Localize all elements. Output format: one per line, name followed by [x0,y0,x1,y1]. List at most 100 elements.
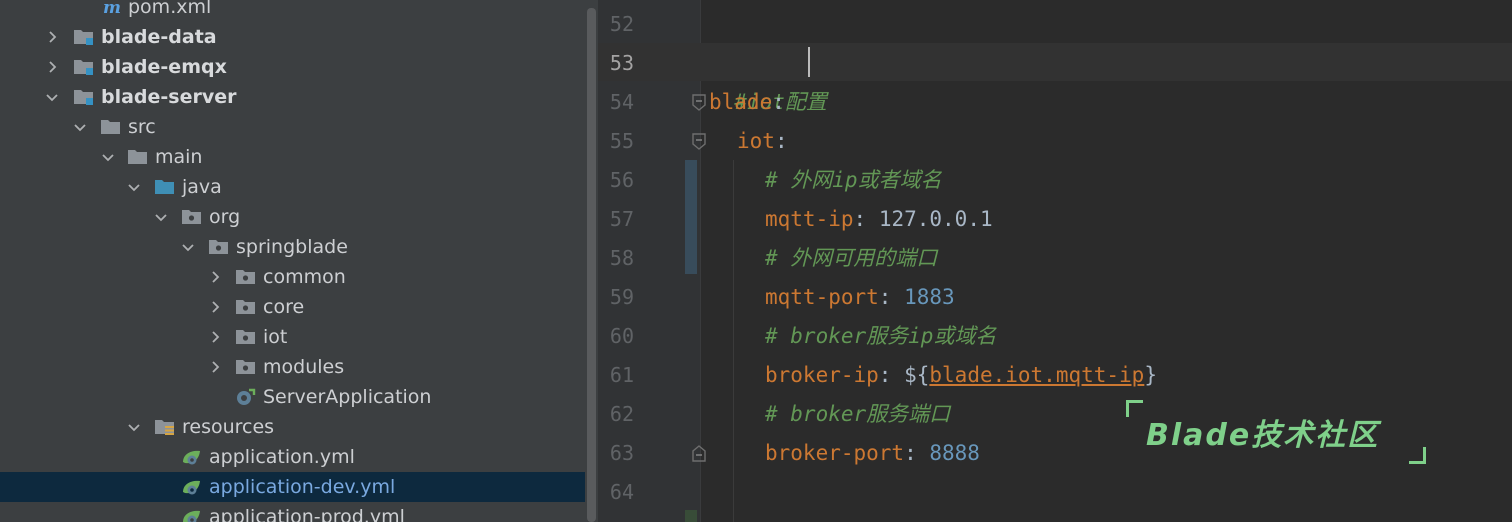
line-number: 58 [609,246,634,270]
chevron-down-icon[interactable] [98,142,118,172]
tree-item-core[interactable]: core [0,292,585,322]
tree-item-org[interactable]: org [0,202,585,232]
vcs-change-marker[interactable] [685,160,697,274]
tree-item-label: org [209,206,241,228]
tree-item-label: core [263,296,305,318]
chevron-down-icon[interactable] [124,412,144,442]
folder-icon [126,142,148,172]
yaml-value: 127.0.0.1 [878,207,993,231]
chevron-right-icon[interactable] [205,262,225,292]
code-line-55[interactable]: iot: [737,122,788,161]
tree-item-label: iot [263,326,288,348]
tree-item-pom-xml[interactable]: m pom.xml [0,0,585,22]
yaml-separator: : [772,90,785,114]
code-line-54[interactable]: blade: [709,83,785,122]
spring-yaml-icon [180,472,202,502]
scrollbar-thumb[interactable] [587,8,596,522]
chevron-down-icon[interactable] [151,202,171,232]
yaml-comment: # 外网可用的端口 [765,246,938,270]
fold-end-icon[interactable] [690,444,708,462]
chevron-down-icon[interactable] [178,232,198,262]
chevron-down-icon[interactable] [70,112,90,142]
folder-icon [99,112,121,142]
tree-item-serverapplication[interactable]: ServerApplication [0,382,585,412]
tree-item-label: modules [263,356,345,378]
tree-item-springblade[interactable]: springblade [0,232,585,262]
tree-item-common[interactable]: common [0,262,585,292]
fold-collapse-icon[interactable] [690,94,708,112]
line-number: 64 [609,480,634,504]
placeholder-close: } [1144,363,1157,387]
project-tree: m pom.xml blade-data blade-emqx blade-se… [0,0,585,522]
vcs-added-marker[interactable] [685,510,697,522]
yaml-separator: : [878,363,905,387]
package-icon [180,202,202,232]
tree-item-label: java [182,176,222,198]
package-icon [207,232,229,262]
yaml-comment: # broker服务端口 [765,402,951,426]
code-line-56[interactable]: # 外网ip或者域名 [765,161,942,200]
line-number: 57 [609,207,634,231]
code-line-59[interactable]: mqtt-port: 1883 [765,278,955,317]
tree-item-application-dev-yml[interactable]: application-dev.yml [0,472,585,502]
code-line-63[interactable]: broker-port: 8888 [765,434,980,473]
line-number: 63 [609,441,634,465]
code-line-57[interactable]: mqtt-ip: 127.0.0.1 [765,200,993,239]
yaml-key: iot [737,129,775,153]
line-number-current: 53 [609,51,634,75]
package-icon [234,352,256,382]
module-folder-icon [72,22,94,52]
yaml-separator: : [904,441,930,465]
chevron-right-icon[interactable] [205,292,225,322]
tree-item-label: common [263,266,346,288]
tree-item-application-yml[interactable]: application.yml [0,442,585,472]
yaml-separator: : [853,207,879,231]
tree-item-blade-data[interactable]: blade-data [0,22,585,52]
yaml-number-value: 8888 [929,441,980,465]
svg-text:m: m [103,0,121,16]
tree-item-label: application-dev.yml [209,476,396,498]
fold-collapse-icon[interactable] [690,133,708,151]
line-number: 60 [609,324,634,348]
chevron-right-icon[interactable] [205,322,225,352]
tree-item-resources[interactable]: resources [0,412,585,442]
line-number: 52 [609,12,634,36]
tree-item-blade-server[interactable]: blade-server [0,82,585,112]
chevron-down-icon[interactable] [42,82,62,112]
line-number: 55 [609,129,634,153]
tree-item-modules[interactable]: modules [0,352,585,382]
placeholder-open: ${ [904,363,930,387]
code-line-60[interactable]: # broker服务ip或域名 [765,317,996,356]
chevron-right-icon[interactable] [42,52,62,82]
yaml-key: mqtt-ip [765,207,854,231]
watermark: Blade技术社区 [1126,400,1426,464]
code-line-62[interactable]: # broker服务端口 [765,395,950,434]
tree-item-java[interactable]: java [0,172,585,202]
chevron-right-icon[interactable] [205,352,225,382]
spring-yaml-icon [180,442,202,472]
yaml-comment: # 外网ip或者域名 [765,168,942,192]
chevron-right-icon[interactable] [42,22,62,52]
yaml-key: mqtt-port [765,285,879,309]
property-reference-link[interactable]: blade.iot.mqtt-ip [929,363,1144,387]
tree-item-src[interactable]: src [0,112,585,142]
tree-item-main[interactable]: main [0,142,585,172]
code-line-61[interactable]: broker-ip: ${blade.iot.mqtt-ip} [765,356,1157,395]
tree-item-label: blade-server [101,86,237,108]
watermark-bracket [1409,447,1426,464]
tree-item-iot[interactable]: iot [0,322,585,352]
chevron-down-icon[interactable] [124,172,144,202]
tree-scrollbar[interactable] [585,0,598,522]
tree-item-label: main [155,146,203,168]
line-number: 56 [609,168,634,192]
code-line-58[interactable]: # 外网可用的端口 [765,239,937,278]
module-folder-icon [72,52,94,82]
tree-item-blade-emqx[interactable]: blade-emqx [0,52,585,82]
yaml-comment: # broker服务ip或域名 [765,324,997,348]
line-number: 54 [609,90,634,114]
line-number: 59 [609,285,634,309]
tree-item-label: blade-data [101,26,217,48]
tree-item-application-prod-yml[interactable]: application-prod.yml [0,502,585,522]
module-folder-icon [72,82,94,112]
tree-item-label: ServerApplication [263,386,432,408]
